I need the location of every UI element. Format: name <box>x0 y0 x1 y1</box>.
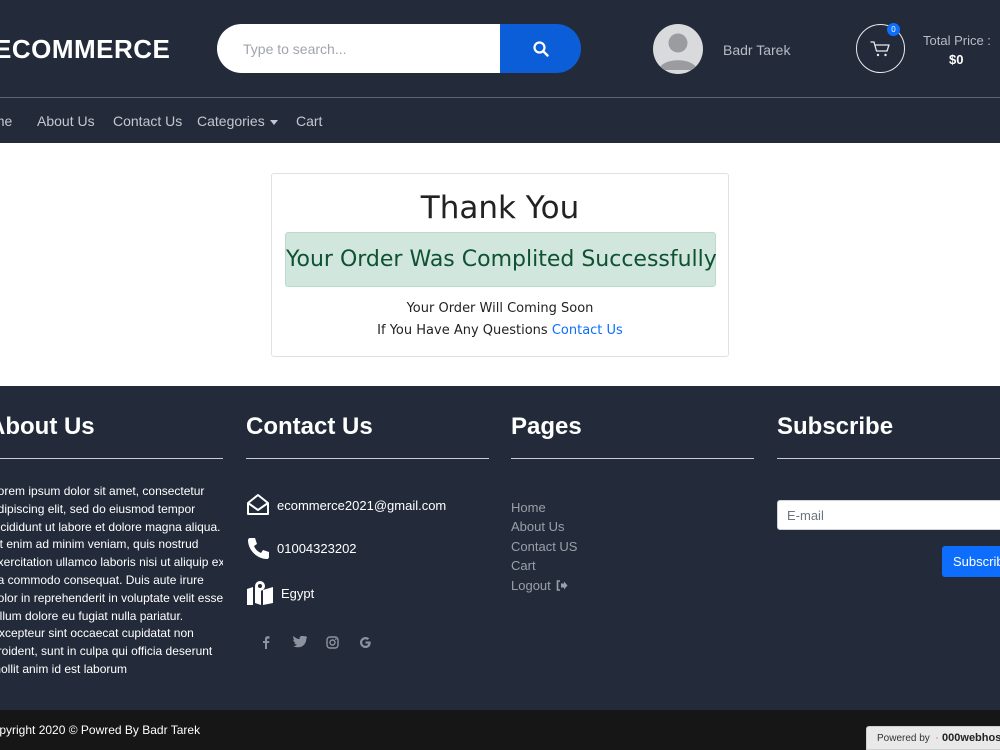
host-brand-label: 000webhost <box>942 732 1000 744</box>
cart-icon <box>869 40 890 56</box>
powered-by-label: Powered by <box>877 732 930 744</box>
about-line: cillum dolore eu fugiat nulla pariatur. <box>0 608 184 623</box>
chevron-down-icon <box>269 119 278 125</box>
footer-about-rule <box>0 458 223 459</box>
powered-by-badge[interactable]: Powered by 000webhost <box>866 726 1000 750</box>
questions-text: If You Have Any Questions Contact Us <box>272 323 728 338</box>
nav-home[interactable]: Home <box>0 113 12 129</box>
copyright-bar: Copyright 2020 © Powred By Badr Tarek <box>0 710 1000 750</box>
footer-phone[interactable]: 01004323202 <box>277 541 357 556</box>
footer-email-row: ecommerce2021@gmail.com <box>246 493 446 517</box>
sign-out-icon <box>557 580 568 591</box>
search-button[interactable] <box>500 24 581 73</box>
site-footer: About Us Lorem ipsum dolor sit amet, con… <box>0 386 1000 710</box>
about-line: mollit anim id est laborum <box>0 661 128 676</box>
footer-pages-title: Pages <box>511 413 582 440</box>
footer-location-row: Egypt <box>246 580 314 606</box>
user-avatar-icon <box>659 33 697 70</box>
subscribe-button[interactable]: Subscribe <box>942 546 1000 577</box>
about-line: Lorem ipsum dolor sit amet, consectetur <box>0 484 205 498</box>
thank-you-card: Thank You Your Order Was Complited Succe… <box>271 173 729 357</box>
total-price-label: Total Price : <box>923 33 991 48</box>
site-header: ECOMMERCE Badr Tarek 0 Total Price : $0 … <box>0 0 1000 143</box>
questions-prefix: If You Have Any Questions <box>377 323 552 338</box>
coming-soon-text: Your Order Will Coming Soon <box>406 301 594 316</box>
copyright-text: Copyright 2020 © Powred By Badr Tarek <box>0 723 201 737</box>
footer-phone-row: 01004323202 <box>246 536 357 560</box>
envelope-open-icon <box>247 494 269 515</box>
about-line: proident, sunt in culpa qui officia dese… <box>0 644 213 659</box>
brand-logo[interactable]: ECOMMERCE <box>0 34 170 65</box>
nav-contact-us[interactable]: Contact Us <box>113 113 182 129</box>
host-logo-icon <box>935 737 938 739</box>
about-line: Ut enim ad minim veniam, quis nostrud <box>0 537 199 552</box>
search-input[interactable] <box>217 24 500 73</box>
footer-link-logout[interactable]: Logout <box>511 578 568 593</box>
map-location-icon <box>247 581 273 605</box>
username-label[interactable]: Badr Tarek <box>723 42 790 58</box>
footer-contact-title: Contact Us <box>246 413 373 440</box>
footer-contact-rule <box>246 458 489 459</box>
subscribe-email-input[interactable] <box>777 500 1000 530</box>
logout-label: Logout <box>511 578 551 593</box>
search-bar <box>217 24 581 73</box>
footer-link-home[interactable]: Home <box>511 500 546 515</box>
nav-categories-label: Categories <box>197 113 265 129</box>
footer-about-text: Lorem ipsum dolor sit amet, consectetur … <box>0 483 223 679</box>
success-alert: Your Order Was Complited Successfully <box>285 232 717 287</box>
footer-link-about-us[interactable]: About Us <box>511 519 564 534</box>
facebook-icon[interactable] <box>258 634 274 650</box>
twitter-icon[interactable] <box>292 634 308 650</box>
footer-email[interactable]: ecommerce2021@gmail.com <box>277 498 446 513</box>
avatar[interactable] <box>653 24 703 74</box>
google-icon[interactable] <box>357 634 373 650</box>
footer-subscribe-rule <box>777 458 1000 459</box>
total-price-value: $0 <box>949 52 964 67</box>
main-nav: Home About Us Contact Us Categories Cart <box>0 98 1000 143</box>
footer-link-contact-us[interactable]: Contact US <box>511 539 577 554</box>
footer-pages-rule <box>511 458 754 459</box>
instagram-icon[interactable] <box>324 634 340 650</box>
about-line: dolor in reprehenderit in voluptate veli… <box>0 590 223 605</box>
footer-link-cart[interactable]: Cart <box>511 558 536 573</box>
about-line: exercitation ullamco laboris nisi ut ali… <box>0 555 223 570</box>
nav-categories[interactable]: Categories <box>197 113 278 129</box>
about-line: adipiscing elit, sed do eiusmod tempor <box>0 501 196 516</box>
footer-location: Egypt <box>281 585 315 601</box>
page-title: Thank You <box>420 190 580 226</box>
search-icon <box>532 40 549 57</box>
nav-cart[interactable]: Cart <box>296 113 322 129</box>
cart-count-badge: 0 <box>887 23 900 36</box>
phone-icon <box>248 538 269 559</box>
contact-us-link[interactable]: Contact Us <box>552 323 623 338</box>
about-line: ea commodo consequat. Duis aute irure <box>0 572 204 587</box>
footer-subscribe-title: Subscribe <box>777 413 894 440</box>
about-line: Excepteur sint occaecat cupidatat non <box>0 626 194 641</box>
nav-about-us[interactable]: About Us <box>37 113 95 129</box>
about-line: incididunt ut labore et dolore magna ali… <box>0 519 221 534</box>
footer-about-title: About Us <box>0 413 95 440</box>
